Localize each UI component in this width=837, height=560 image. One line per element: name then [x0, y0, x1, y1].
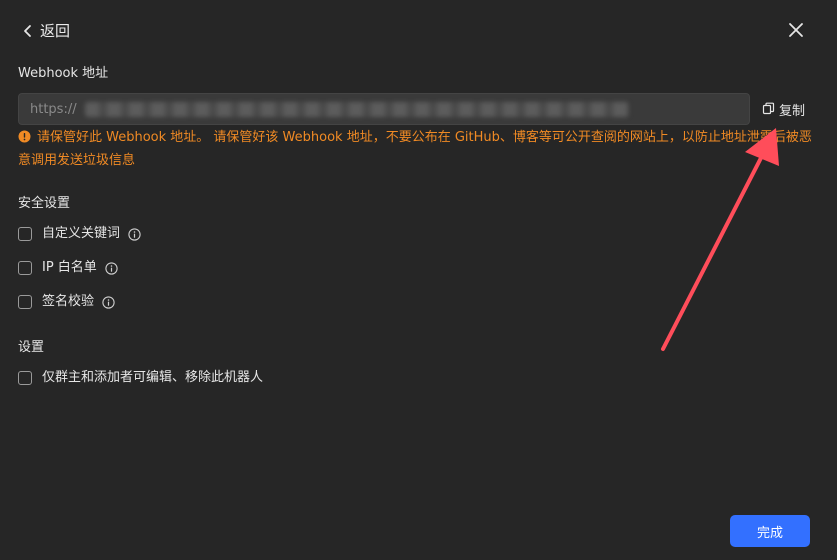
option-custom-keywords[interactable]: 自定义关键词 [18, 225, 141, 243]
settings-title: 设置 [18, 340, 45, 355]
option-label: IP 白名单 [42, 260, 97, 275]
info-icon[interactable] [128, 227, 141, 241]
option-signature-verification[interactable]: 签名校验 [18, 293, 115, 311]
warning-icon [18, 129, 31, 150]
back-label: 返回 [40, 22, 71, 40]
back-button[interactable]: 返回 [22, 20, 70, 42]
option-label: 签名校验 [42, 294, 95, 309]
annotation-arrow [661, 128, 779, 351]
copy-icon [762, 100, 775, 119]
chevron-left-icon [22, 24, 34, 38]
webhook-url-input[interactable] [19, 94, 749, 124]
checkbox[interactable] [18, 227, 32, 241]
webhook-url-field[interactable] [18, 93, 750, 125]
option-owner-edit-only[interactable]: 仅群主和添加者可编辑、移除此机器人 [18, 369, 263, 387]
webhook-warning: 请保管好此 Webhook 地址。 请保管好该 Webhook 地址，不要公布在… [18, 127, 813, 171]
info-icon[interactable] [102, 295, 115, 309]
warning-text: 请保管好此 Webhook 地址。 请保管好该 Webhook 地址，不要公布在… [18, 130, 812, 168]
checkbox[interactable] [18, 371, 32, 385]
info-icon[interactable] [105, 261, 118, 275]
copy-button[interactable]: 复制 [762, 100, 806, 119]
checkbox[interactable] [18, 261, 32, 275]
checkbox[interactable] [18, 295, 32, 309]
option-label: 自定义关键词 [42, 226, 121, 241]
copy-label: 复制 [779, 103, 806, 119]
option-ip-whitelist[interactable]: IP 白名单 [18, 259, 118, 277]
close-button[interactable] [784, 20, 808, 44]
option-label: 仅群主和添加者可编辑、移除此机器人 [42, 370, 264, 385]
security-settings-title: 安全设置 [18, 196, 71, 211]
done-button[interactable]: 完成 [730, 515, 810, 547]
webhook-label: Webhook 地址 [18, 66, 109, 81]
close-icon [788, 22, 804, 42]
